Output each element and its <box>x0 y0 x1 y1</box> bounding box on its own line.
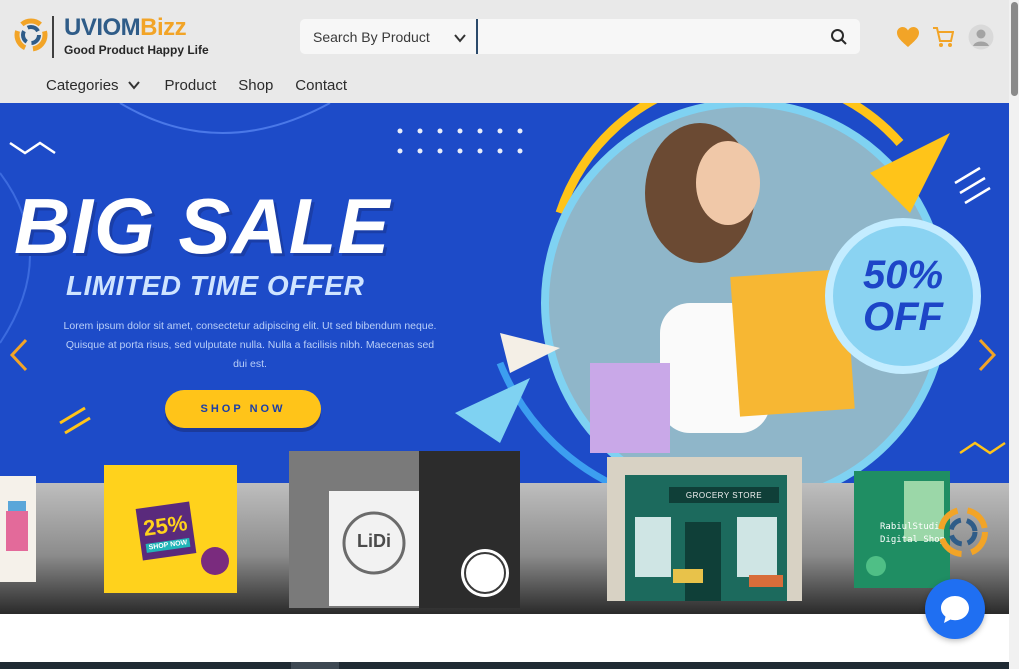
store-sign: GROCERY STORE <box>669 487 779 503</box>
discount-off-label: OFF <box>863 295 943 339</box>
discount-badge: 50% OFF <box>825 218 981 374</box>
search-input[interactable] <box>480 19 810 54</box>
nav-contact[interactable]: Contact <box>295 77 347 94</box>
promo-card[interactable] <box>0 476 36 582</box>
nav-product[interactable]: Product <box>165 77 217 94</box>
logo-divider <box>52 16 54 58</box>
promo-card[interactable]: GROCERY STORE <box>607 457 802 601</box>
main-nav: Categories Product Shop Contact <box>46 75 369 95</box>
cart-icon[interactable] <box>932 25 954 49</box>
page-scrollbar[interactable] <box>1009 0 1019 669</box>
nav-categories-label: Categories <box>46 76 119 94</box>
brand-name: UVIOMBizz <box>64 14 187 41</box>
promo-card-image <box>289 451 520 608</box>
search-separator <box>476 19 478 54</box>
carousel-next-arrow-icon[interactable] <box>976 338 998 372</box>
promo-card[interactable]: 25% SHOP NOW <box>104 465 237 593</box>
carousel-prev-arrow-icon[interactable] <box>8 338 30 372</box>
discount-percent: 50% <box>862 253 944 297</box>
chat-button[interactable] <box>925 579 985 639</box>
promo-card-image <box>607 457 802 601</box>
hero-subtitle: LIMITED TIME OFFER <box>66 270 365 301</box>
heart-icon[interactable] <box>896 26 920 48</box>
shop-now-button[interactable]: SHOP NOW <box>165 390 321 428</box>
chat-bubble-icon <box>941 596 969 623</box>
chevron-down-icon <box>127 81 140 90</box>
user-avatar-icon[interactable] <box>968 24 994 50</box>
footer-strip <box>0 662 1009 669</box>
site-header: UVIOMBizz Good Product Happy Life Search… <box>0 0 1009 103</box>
hero-title: BIG SALE <box>14 182 391 270</box>
search-bar: Search By Product <box>300 19 860 54</box>
brand-tagline: Good Product Happy Life <box>64 43 209 57</box>
promo-card[interactable]: LiDi <box>289 451 520 608</box>
hero-body-text: Lorem ipsum dolor sit amet, consectetur … <box>63 320 437 370</box>
search-category-select[interactable]: Search By Product <box>300 19 477 54</box>
search-icon[interactable] <box>830 28 848 46</box>
search-category-label: Search By Product <box>313 28 430 45</box>
page: UVIOMBizz Good Product Happy Life Search… <box>0 0 1019 669</box>
floating-logo-icon[interactable] <box>936 505 990 559</box>
promo-card-image <box>6 501 28 551</box>
promo-brand-text: LiDi <box>357 531 391 551</box>
site-logo[interactable]: UVIOMBizz Good Product Happy Life <box>14 14 224 60</box>
promo-card-decoration <box>201 547 229 575</box>
promo-percent: 25% <box>141 509 189 541</box>
nav-categories[interactable]: Categories <box>46 77 141 94</box>
logo-icon <box>14 18 48 52</box>
hero-banner: BIG SALE LIMITED TIME OFFER Lorem ipsum … <box>0 103 1009 614</box>
chevron-down-icon <box>454 34 466 43</box>
footer-strip-mark <box>291 662 339 669</box>
nav-shop[interactable]: Shop <box>238 77 273 94</box>
promo-discount-tag: 25% SHOP NOW <box>135 501 197 561</box>
scrollbar-thumb[interactable] <box>1011 2 1018 96</box>
